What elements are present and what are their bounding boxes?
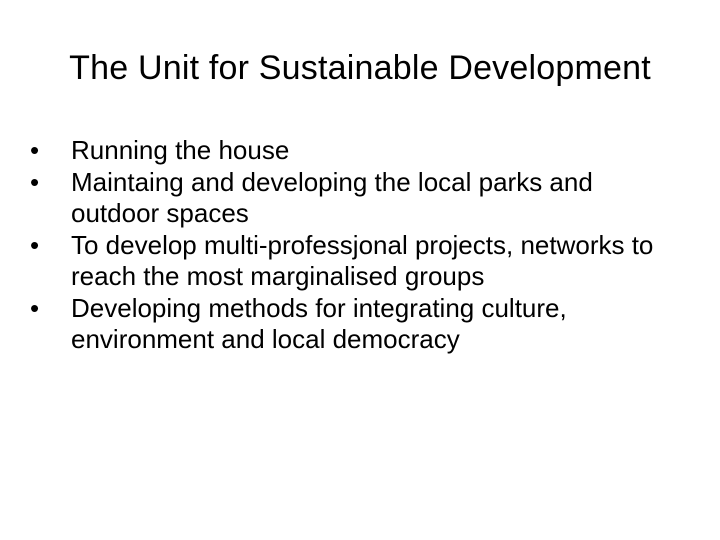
bullet-icon: • [30,135,40,165]
slide: The Unit for Sustainable Development • R… [0,0,720,540]
slide-title: The Unit for Sustainable Development [69,49,651,87]
bullet-icon: • [30,292,40,323]
bullet-text: Developing methods for integrating cultu… [71,292,567,355]
bullet-text: To develop multi-professjonal projects, … [71,229,654,292]
list-item: • Running the house [30,135,680,167]
bullet-list: • Running the house • Maintaing and deve… [30,135,680,356]
bullet-icon: • [30,229,40,260]
list-item: • Maintaing and developing the local par… [30,167,680,230]
list-item: • Developing methods for integrating cul… [30,293,680,356]
list-item: • To develop multi-professjonal projects… [30,230,680,293]
bullet-icon: • [30,166,40,197]
bullet-text: Maintaing and developing the local parks… [71,166,593,229]
bullet-text: Running the house [71,135,290,165]
